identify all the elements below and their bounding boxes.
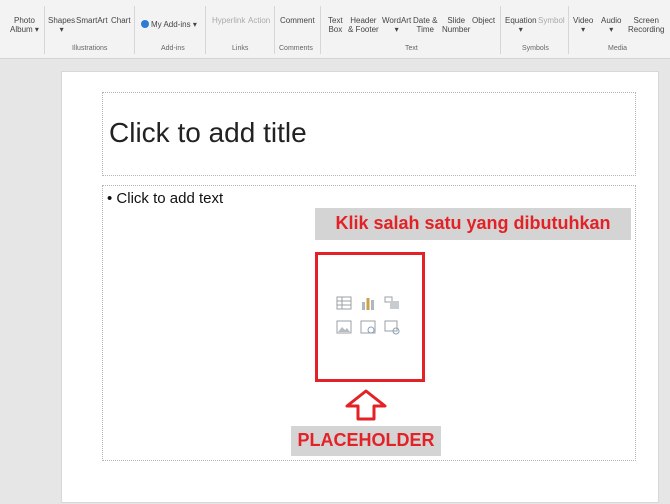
ribbon-separator: [44, 6, 45, 54]
smartart-label: SmartArt: [76, 16, 108, 25]
my-addins-label: My Add-ins: [151, 20, 191, 29]
store-icon: [141, 20, 149, 28]
symbol-label: Symbol: [538, 16, 565, 25]
video-label: Video ▾: [573, 16, 594, 34]
annotation-callout-text: Klik salah satu yang dibutuhkan: [335, 213, 611, 233]
photo-album-button[interactable]: Photo Album ▾: [10, 16, 39, 34]
wordart-label: WordArt ▾: [382, 16, 412, 34]
screen-recording-button[interactable]: Screen Recording: [628, 16, 664, 34]
picture-icon[interactable]: [336, 319, 352, 335]
my-addins-button[interactable]: My Add-ins ▾: [141, 20, 197, 29]
placeholder-label: PLACEHOLDER: [291, 426, 441, 456]
hyperlink-label: Hyperlink: [212, 16, 246, 25]
text-box-label: Text Box: [328, 16, 343, 34]
online-picture-icon[interactable]: [360, 319, 376, 335]
ribbon-separator: [274, 6, 275, 54]
photo-album-label: Photo Album ▾: [10, 16, 39, 34]
chart-label: Chart: [111, 16, 131, 25]
ribbon-separator: [134, 6, 135, 54]
comment-label: Comment: [280, 16, 315, 25]
ribbon-separator: [320, 6, 321, 54]
ribbon-separator: [500, 6, 501, 54]
group-addins: Add-ins: [161, 45, 185, 52]
screen-recording-label: Screen Recording: [628, 16, 665, 34]
comment-button[interactable]: Comment: [280, 16, 315, 25]
up-arrow-icon: [345, 389, 387, 421]
action-label: Action: [248, 16, 271, 25]
date-time-button[interactable]: Date & Time: [413, 16, 437, 34]
smartart-button[interactable]: SmartArt: [76, 16, 108, 25]
placeholder-label-text: PLACEHOLDER: [297, 430, 435, 450]
object-label: Object: [472, 16, 496, 25]
ribbon-separator: [205, 6, 206, 54]
annotation-callout: Klik salah satu yang dibutuhkan: [315, 208, 631, 240]
equation-button[interactable]: Equation ▾: [505, 16, 537, 34]
header-footer-button[interactable]: Header & Footer: [348, 16, 379, 34]
symbol-button[interactable]: Symbol: [538, 16, 565, 25]
audio-label: Audio ▾: [601, 16, 622, 34]
audio-button[interactable]: Audio ▾: [601, 16, 621, 34]
slide-number-button[interactable]: Slide Number: [442, 16, 470, 34]
hyperlink-button[interactable]: Hyperlink: [212, 16, 245, 25]
content-icons-highlight: [315, 252, 425, 382]
content-icons: [336, 295, 406, 345]
table-icon[interactable]: [336, 295, 352, 311]
ribbon-separator: [568, 6, 569, 54]
chart-icon[interactable]: [360, 295, 376, 311]
video-button[interactable]: Video ▾: [573, 16, 593, 34]
group-symbols: Symbols: [522, 45, 549, 52]
smartart-icon[interactable]: [384, 295, 400, 311]
title-placeholder[interactable]: Click to add title: [102, 92, 636, 176]
shapes-label: Shapes ▾: [48, 16, 76, 34]
text-box-button[interactable]: Text Box: [328, 16, 343, 34]
ribbon: Photo Album ▾ Shapes ▾ SmartArt Chart Il…: [0, 0, 670, 59]
chevron-down-icon: ▾: [192, 20, 197, 29]
shapes-button[interactable]: Shapes ▾: [48, 16, 75, 34]
slide-number-label: Slide Number: [442, 16, 471, 34]
content-placeholder-text: • Click to add text: [107, 190, 224, 207]
date-time-label: Date & Time: [413, 16, 438, 34]
slide-canvas[interactable]: Click to add title • Click to add text K…: [61, 71, 659, 503]
object-button[interactable]: Object: [472, 16, 495, 25]
group-comments: Comments: [279, 45, 313, 52]
group-text: Text: [405, 45, 418, 52]
header-footer-label: Header & Footer: [348, 16, 379, 34]
chart-button[interactable]: Chart: [111, 16, 131, 25]
video-icon[interactable]: [384, 319, 400, 335]
action-button[interactable]: Action: [248, 16, 270, 25]
title-placeholder-text: Click to add title: [109, 117, 307, 148]
equation-label: Equation ▾: [505, 16, 537, 34]
group-links: Links: [232, 45, 249, 52]
group-media: Media: [608, 45, 628, 52]
content-placeholder[interactable]: • Click to add text Klik salah satu yang…: [102, 185, 636, 461]
group-illustrations: Illustrations: [72, 45, 108, 52]
wordart-button[interactable]: WordArt ▾: [382, 16, 411, 34]
